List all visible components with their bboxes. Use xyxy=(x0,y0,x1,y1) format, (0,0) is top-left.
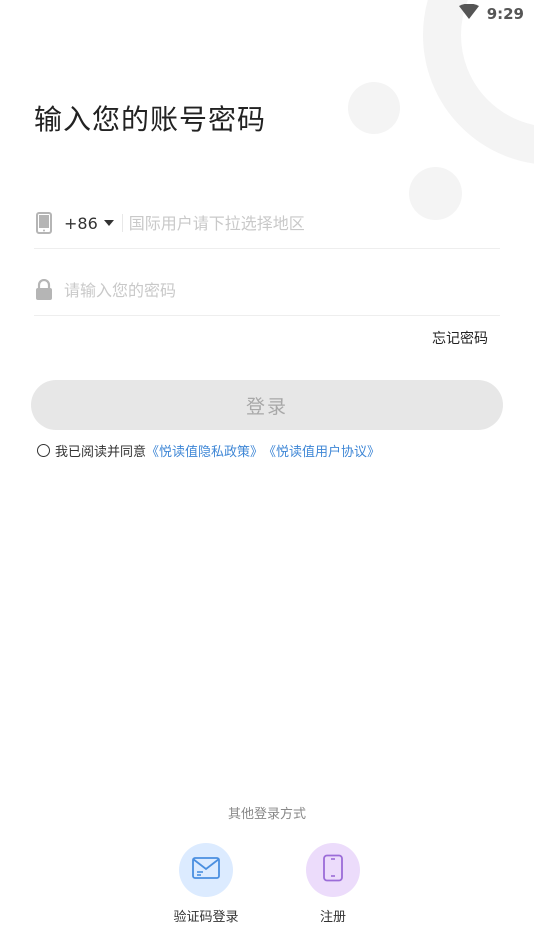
phone-input[interactable] xyxy=(128,213,500,233)
agreement-checkbox[interactable] xyxy=(37,444,50,457)
wifi-icon xyxy=(458,3,479,24)
login-screen: 9:29 输入您的账号密码 +86 忘记密码 登录 我已阅读并同意 《悦读值隐私 xyxy=(0,0,534,949)
phone-input-row: +86 xyxy=(34,198,500,249)
agreement-text: 我已阅读并同意 xyxy=(55,445,147,460)
country-code-select[interactable]: +86 xyxy=(64,214,98,233)
register-button[interactable]: 注册 xyxy=(283,843,383,925)
register-icon-circle[interactable] xyxy=(306,843,360,897)
agreement-row: 我已阅读并同意 《悦读值隐私政策》 《悦读值用户协议》 xyxy=(37,441,380,460)
mobile-phone-icon xyxy=(34,211,54,235)
sms-login-button[interactable]: 验证码登录 xyxy=(156,843,256,925)
divider xyxy=(121,214,123,232)
phone-icon xyxy=(322,854,344,886)
decorative-circle xyxy=(348,82,400,134)
forgot-password-link[interactable]: 忘记密码 xyxy=(432,328,488,348)
chevron-down-icon[interactable] xyxy=(103,220,114,226)
other-login-label: 其他登录方式 xyxy=(227,807,306,822)
envelope-icon xyxy=(191,856,221,884)
sms-login-label: 验证码登录 xyxy=(173,910,239,925)
login-button[interactable]: 登录 xyxy=(31,380,503,430)
privacy-policy-link[interactable]: 《悦读值隐私政策》 xyxy=(146,441,263,460)
sms-login-icon-circle[interactable] xyxy=(179,843,233,897)
status-time: 9:29 xyxy=(486,5,524,23)
password-input-row xyxy=(34,265,500,316)
status-bar: 9:29 xyxy=(458,0,524,28)
password-input[interactable] xyxy=(64,280,500,300)
page-title: 输入您的账号密码 xyxy=(34,103,267,136)
user-agreement-link[interactable]: 《悦读值用户协议》 xyxy=(263,441,380,460)
lock-icon xyxy=(34,278,54,302)
register-label: 注册 xyxy=(319,910,346,925)
